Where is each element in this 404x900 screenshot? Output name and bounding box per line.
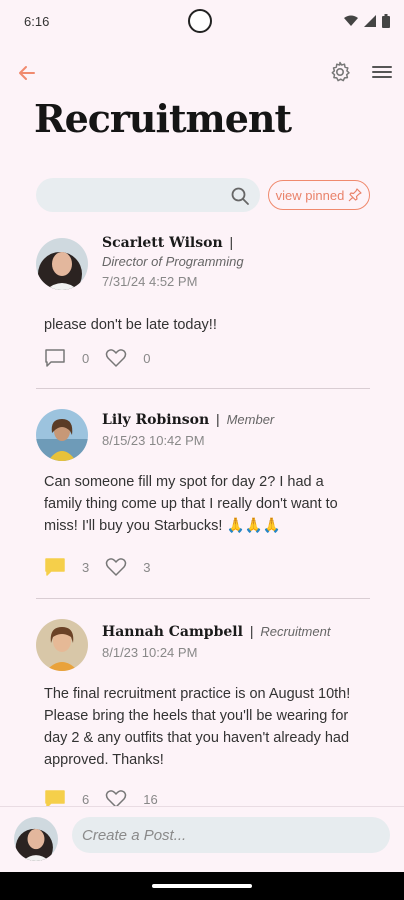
author-line: Hannah Campbell | Recruitment: [102, 623, 330, 640]
create-post-input[interactable]: [72, 817, 390, 853]
top-app-bar: [0, 56, 404, 88]
author-role: Director of Programming: [102, 254, 244, 269]
view-pinned-label: view pinned: [275, 187, 345, 203]
comment-button[interactable]: 3: [44, 557, 105, 577]
status-bar: 6:16: [0, 0, 404, 44]
avatar[interactable]: [36, 238, 88, 290]
post-feed[interactable]: Scarlett Wilson | Director of Programmin…: [0, 224, 404, 806]
gear-icon: [331, 61, 350, 82]
wifi-icon: [344, 15, 358, 26]
menu-button[interactable]: [370, 60, 394, 84]
like-button[interactable]: 3: [105, 557, 166, 577]
hamburger-menu-icon: [372, 66, 392, 78]
pin-icon: [348, 188, 362, 202]
like-count: 3: [143, 559, 151, 575]
post-timestamp: 7/31/24 4:52 PM: [102, 274, 198, 289]
post-body: please don't be late today!!: [44, 317, 217, 333]
author-name[interactable]: Hannah Campbell: [102, 624, 243, 640]
back-arrow-icon: [19, 66, 35, 80]
home-gesture-handle[interactable]: [152, 884, 252, 888]
author-name[interactable]: Lily Robinson: [102, 412, 209, 428]
post-actions: 0 0: [44, 348, 166, 368]
settings-button[interactable]: [328, 60, 352, 84]
avatar[interactable]: [36, 409, 88, 461]
like-button[interactable]: 16: [105, 789, 173, 806]
avatar[interactable]: [36, 619, 88, 671]
current-user-avatar[interactable]: [14, 817, 58, 861]
back-button[interactable]: [14, 60, 40, 86]
signal-icon: [364, 15, 376, 27]
search-icon[interactable]: [230, 186, 250, 206]
post-actions: 6 16: [44, 789, 174, 806]
author-line: Scarlett Wilson |: [102, 234, 236, 251]
status-time: 6:16: [24, 14, 50, 29]
comment-icon: [45, 349, 65, 367]
heart-icon: [105, 349, 127, 367]
author-separator: |: [249, 623, 254, 639]
battery-icon: [382, 14, 390, 28]
author-separator: |: [216, 411, 220, 427]
author-separator: |: [229, 234, 234, 250]
post-composer: [0, 806, 404, 871]
page-title: Recruitment: [34, 96, 292, 141]
author-name[interactable]: Scarlett Wilson: [102, 235, 223, 251]
post-card[interactable]: Scarlett Wilson | Director of Programmin…: [0, 224, 404, 389]
like-count: 0: [143, 350, 151, 366]
author-role: Recruitment: [260, 624, 331, 639]
post-timestamp: 8/15/23 10:42 PM: [102, 433, 205, 448]
post-body: The final recruitment practice is on Aug…: [44, 686, 351, 768]
comment-count: 6: [82, 791, 90, 807]
post-body: Can someone fill my spot for day 2? I ha…: [44, 474, 338, 534]
post-timestamp: 8/1/23 10:24 PM: [102, 645, 198, 660]
comment-button[interactable]: 6: [44, 789, 105, 806]
post-card[interactable]: Lily Robinson | Member 8/15/23 10:42 PM …: [0, 389, 404, 599]
status-icons: [344, 14, 390, 28]
heart-icon: [105, 558, 127, 576]
comment-count: 3: [82, 559, 90, 575]
author-role: Member: [226, 412, 275, 427]
search-bar[interactable]: [36, 178, 260, 212]
view-pinned-button[interactable]: view pinned: [268, 180, 370, 210]
comment-icon: [45, 790, 65, 806]
like-button[interactable]: 0: [105, 348, 166, 368]
comment-icon: [45, 558, 65, 576]
system-nav-bar: [0, 872, 404, 900]
heart-icon: [105, 790, 127, 806]
comment-button[interactable]: 0: [44, 348, 105, 368]
post-card[interactable]: Hannah Campbell | Recruitment 8/1/23 10:…: [0, 599, 404, 806]
comment-count: 0: [82, 350, 90, 366]
camera-cutout: [188, 9, 212, 33]
post-actions: 3 3: [44, 557, 166, 577]
like-count: 16: [143, 791, 158, 807]
author-line: Lily Robinson | Member: [102, 411, 274, 428]
